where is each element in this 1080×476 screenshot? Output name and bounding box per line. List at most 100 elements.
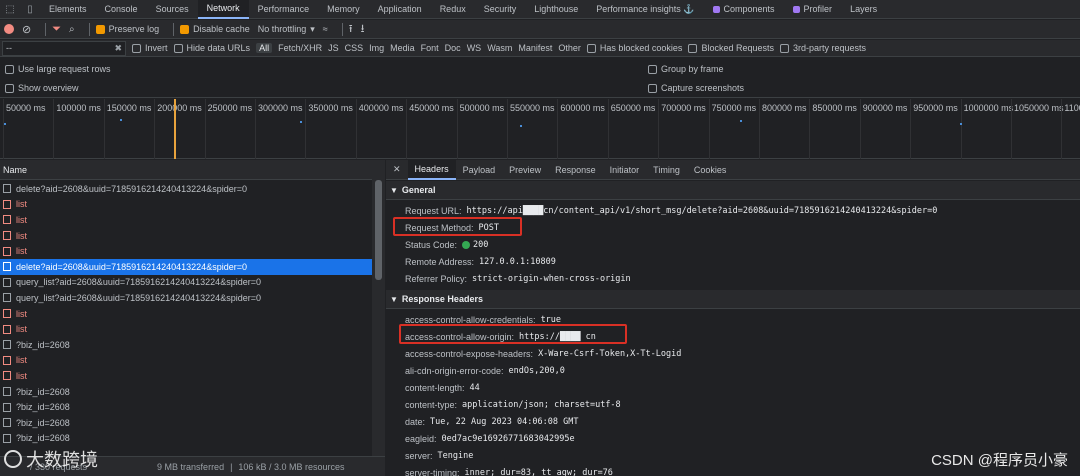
timeline-gridline — [708, 99, 710, 159]
request-row[interactable]: delete?aid=2608&uuid=7185916214240413224… — [0, 258, 372, 275]
tab-timing[interactable]: Timing — [646, 160, 687, 180]
device-toolbar-icon[interactable]: ▯ — [20, 0, 40, 19]
request-row[interactable]: query_list?aid=2608&uuid=718591621424041… — [0, 290, 372, 306]
request-row[interactable]: list — [0, 306, 372, 322]
invert-checkbox[interactable]: Invert — [132, 43, 168, 53]
request-row[interactable]: list — [0, 212, 372, 228]
tab-components[interactable]: Components — [704, 0, 784, 19]
has-blocked-cookies-checkbox[interactable]: Has blocked cookies — [586, 43, 683, 53]
clear-filter-icon[interactable]: ✖ — [114, 43, 122, 54]
filter-type-img[interactable]: Img — [369, 43, 384, 53]
search-button[interactable]: ⌕ — [69, 24, 75, 35]
column-header-name[interactable]: Name — [0, 160, 372, 180]
response-header-row: access-control-expose-headers: X-Ware-Csr… — [386, 345, 1080, 362]
tab-console[interactable]: Console — [96, 0, 147, 19]
record-button[interactable] — [4, 24, 14, 34]
request-name: list — [16, 370, 27, 381]
tab-response[interactable]: Response — [548, 160, 603, 180]
timeline-activity — [520, 125, 522, 127]
tab-headers[interactable]: Headers — [407, 159, 456, 180]
tab-network[interactable]: Network — [197, 0, 249, 19]
response-headers-title: Response Headers — [401, 294, 483, 304]
clear-button[interactable]: ⊘ — [22, 23, 31, 36]
filter-type-fetch-xhr[interactable]: Fetch/XHR — [278, 43, 322, 53]
filter-type-manifest[interactable]: Manifest — [518, 43, 552, 53]
preserve-log-checkbox[interactable]: Preserve log — [95, 24, 159, 34]
has-blocked-cookies-label: Has blocked cookies — [599, 43, 683, 53]
tab-elements[interactable]: Elements — [40, 0, 96, 19]
overview-timeline[interactable]: 50000 ms 100000 ms 150000 ms 200000 ms 25000… — [0, 99, 1080, 159]
request-row[interactable]: query_list?aid=2608&uuid=718591621424041… — [0, 275, 372, 291]
group-by-frame-checkbox[interactable]: Group by frame — [648, 64, 724, 74]
toolbar-divider — [88, 22, 90, 36]
timeline-activity — [300, 121, 302, 123]
request-row[interactable]: list — [0, 368, 372, 384]
filter-type-all[interactable]: All — [256, 43, 273, 53]
request-row[interactable]: list — [0, 353, 372, 369]
request-row[interactable]: ?biz_id=2608 — [0, 337, 372, 353]
scrollbar-thumb[interactable] — [375, 180, 382, 280]
response-headers-section-header[interactable]: ▼ Response Headers — [386, 290, 1080, 309]
large-rows-checkbox[interactable]: Use large request rows — [5, 64, 111, 74]
inspect-element-icon[interactable]: ⬚ — [0, 0, 20, 19]
blocked-requests-checkbox[interactable]: Blocked Requests — [688, 43, 774, 53]
header-value: https://api████cn/content_api/v1/short_m… — [466, 205, 938, 216]
tab-memory[interactable]: Memory — [318, 0, 369, 19]
import-har-button[interactable]: ⭱ — [349, 20, 353, 39]
hide-data-urls-checkbox[interactable]: Hide data URLs — [173, 43, 251, 53]
capture-screenshots-checkbox[interactable]: Capture screenshots — [648, 83, 744, 93]
tab-payload[interactable]: Payload — [456, 160, 503, 180]
request-row[interactable]: ?biz_id=2608 — [0, 384, 372, 400]
throttling-select[interactable]: No throttling ▾ — [258, 24, 315, 35]
tab-profiler[interactable]: Profiler — [784, 0, 842, 19]
filter-input[interactable]: -- ✖ — [2, 40, 126, 56]
disable-cache-label: Disable cache — [193, 24, 250, 34]
tab-cookies[interactable]: Cookies — [687, 160, 734, 180]
tab-security[interactable]: Security — [475, 0, 526, 19]
request-row[interactable]: list — [0, 197, 372, 213]
request-row[interactable]: list — [0, 321, 372, 337]
third-party-checkbox[interactable]: 3rd-party requests — [779, 43, 866, 53]
hide-data-urls-label: Hide data URLs — [186, 43, 251, 53]
request-row[interactable]: ?biz_id=2608 — [0, 431, 372, 447]
filter-type-other[interactable]: Other — [558, 43, 581, 53]
filter-type-doc[interactable]: Doc — [445, 43, 461, 53]
tab-sources[interactable]: Sources — [147, 0, 198, 19]
close-detail-button[interactable]: ✕ — [386, 160, 408, 180]
general-section-header[interactable]: ▼ General — [386, 181, 1080, 200]
filter-toggle-button[interactable]: ⏷ — [52, 23, 61, 36]
tab-layers[interactable]: Layers — [841, 0, 886, 19]
disable-cache-checkbox[interactable]: Disable cache — [180, 24, 250, 34]
filter-type-wasm[interactable]: Wasm — [487, 43, 512, 53]
request-row[interactable]: ?biz_id=2608 — [0, 415, 372, 431]
request-row[interactable]: delete?aid=2608&uuid=7185916214240413224… — [0, 181, 372, 197]
filter-type-ws[interactable]: WS — [467, 43, 482, 53]
request-row[interactable]: list — [0, 228, 372, 244]
filter-type-font[interactable]: Font — [421, 43, 439, 53]
request-list: delete?aid=2608&uuid=7185916214240413224… — [0, 181, 372, 453]
tab-redux[interactable]: Redux — [431, 0, 475, 19]
large-rows-label: Use large request rows — [18, 64, 111, 74]
filter-type-js[interactable]: JS — [328, 43, 339, 53]
tab-preview[interactable]: Preview — [502, 160, 548, 180]
tab-performance[interactable]: Performance — [249, 0, 319, 19]
network-conditions-button[interactable]: ≈ — [323, 24, 328, 34]
export-har-button[interactable]: ⭳ — [361, 20, 365, 39]
tab-performance-insights[interactable]: Performance insights ⚓ — [587, 0, 703, 19]
timeline-gridline — [1011, 99, 1012, 159]
request-row[interactable]: list — [0, 243, 372, 259]
request-name: list — [16, 214, 27, 225]
show-overview-checkbox[interactable]: Show overview — [5, 83, 79, 93]
request-row[interactable]: ?biz_id=2608 — [0, 399, 372, 415]
request-list-scrollbar[interactable] — [372, 160, 385, 456]
response-header-row: ali-cdn-origin-error-code: endOs,200,0 — [386, 362, 1080, 379]
tab-lighthouse[interactable]: Lighthouse — [525, 0, 587, 19]
file-icon — [3, 199, 11, 209]
filter-type-css[interactable]: CSS — [345, 43, 364, 53]
network-settings: Use large request rows Show overview Gro… — [0, 58, 1080, 98]
timeline-activity — [120, 119, 122, 121]
tab-application[interactable]: Application — [369, 0, 431, 19]
tab-initiator[interactable]: Initiator — [603, 160, 647, 180]
header-key: eagleid: — [405, 433, 437, 444]
filter-type-media[interactable]: Media — [390, 43, 415, 53]
